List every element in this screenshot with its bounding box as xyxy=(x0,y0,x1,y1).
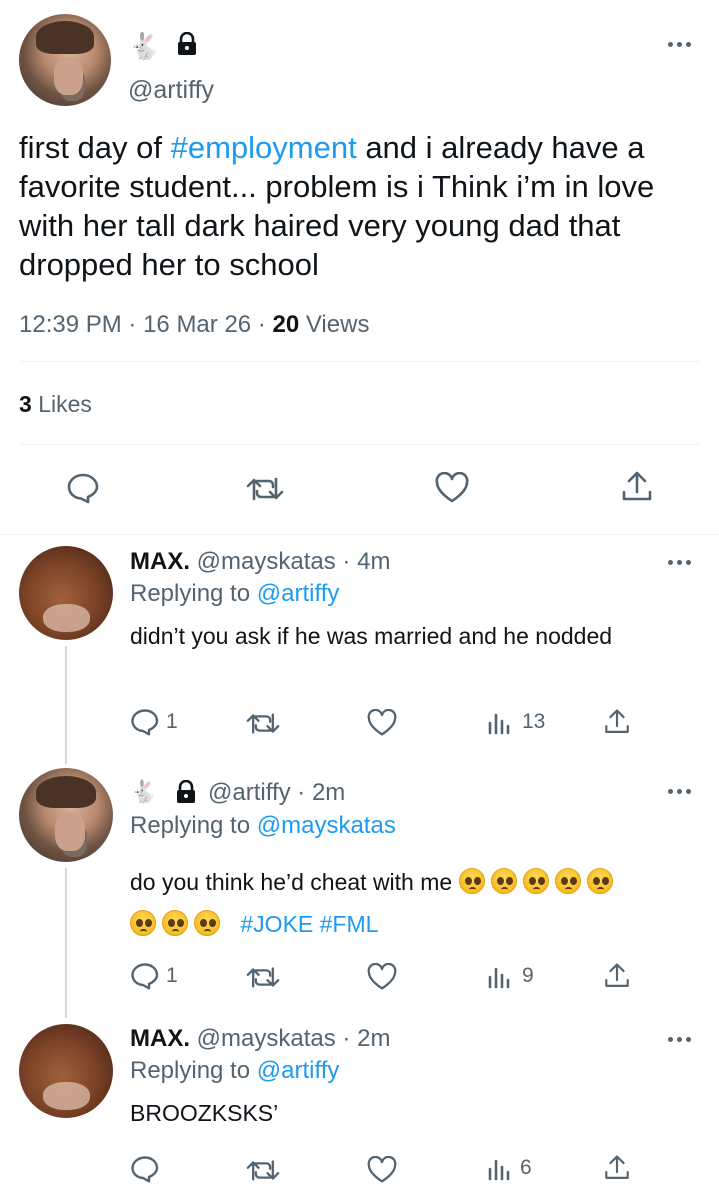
reply-icon[interactable] xyxy=(130,1155,160,1183)
like-icon[interactable] xyxy=(366,709,398,737)
views-label: Views xyxy=(305,311,370,338)
pleading-face-emoji xyxy=(194,910,220,936)
like-icon[interactable] xyxy=(366,963,398,991)
divider xyxy=(19,361,700,362)
share-icon[interactable] xyxy=(620,470,654,504)
divider xyxy=(19,444,700,445)
like-icon[interactable] xyxy=(366,1156,398,1184)
rabbit-emoji: 🐇 xyxy=(130,780,158,805)
tweet-date[interactable]: 16 Mar 26 xyxy=(143,311,251,338)
tweet-text: first day of #employment and i already h… xyxy=(19,130,655,282)
retweet-icon[interactable] xyxy=(246,965,280,990)
lock-icon xyxy=(176,32,198,56)
share-icon[interactable] xyxy=(603,1154,631,1182)
reply-header: MAX. @mayskatas · 2m xyxy=(130,1025,391,1052)
rabbit-emoji: 🐇 xyxy=(128,32,161,62)
reply-author-handle[interactable]: @mayskatas xyxy=(197,548,336,575)
more-icon[interactable] xyxy=(668,42,692,48)
views-count: 6 xyxy=(520,1156,532,1179)
lock-icon xyxy=(175,780,197,804)
reply-author-name[interactable]: MAX. xyxy=(130,548,190,575)
views-icon[interactable] xyxy=(487,711,513,735)
replying-to-handle[interactable]: @artiffy xyxy=(257,1057,340,1084)
hashtags[interactable]: #JOKE #FML xyxy=(240,911,378,937)
views-count: 13 xyxy=(522,710,546,733)
more-icon[interactable] xyxy=(668,789,692,795)
author-avatar[interactable] xyxy=(19,14,111,106)
more-icon[interactable] xyxy=(668,560,692,566)
more-icon[interactable] xyxy=(668,1037,692,1043)
retweet-icon[interactable] xyxy=(246,711,280,736)
views-count: 9 xyxy=(522,964,534,987)
views-count: 20 xyxy=(272,311,300,338)
reply-avatar[interactable] xyxy=(19,768,113,862)
retweet-icon[interactable] xyxy=(246,1158,280,1183)
reply-icon[interactable] xyxy=(130,962,160,990)
views-icon[interactable] xyxy=(487,965,513,989)
replying-to-handle[interactable]: @mayskatas xyxy=(257,812,396,839)
reply-text: didn’t you ask if he was married and he … xyxy=(130,623,613,649)
reply-time[interactable]: 4m xyxy=(357,548,390,575)
reply-header: @artiffy · 2m xyxy=(208,779,346,806)
reply-time[interactable]: 2m xyxy=(312,779,345,806)
hashtag-employment[interactable]: #employment xyxy=(171,130,357,165)
pleading-face-emoji xyxy=(522,868,549,894)
reply-avatar[interactable] xyxy=(19,1024,113,1118)
thread-line xyxy=(65,646,67,764)
reply-header: MAX. @mayskatas · 4m xyxy=(130,548,391,575)
tweet-time[interactable]: 12:39 PM xyxy=(19,311,122,338)
reply-author-handle[interactable]: @mayskatas xyxy=(197,1025,336,1052)
pleading-face-emoji xyxy=(586,868,613,894)
replying-to: Replying to @artiffy xyxy=(130,1057,340,1084)
share-icon[interactable] xyxy=(603,708,631,736)
reply-count: 1 xyxy=(166,710,178,733)
thread-line xyxy=(65,868,67,1018)
reply-avatar[interactable] xyxy=(19,546,113,640)
reply-author-handle[interactable]: @artiffy xyxy=(208,779,291,806)
replying-to-handle[interactable]: @artiffy xyxy=(257,580,340,607)
share-icon[interactable] xyxy=(603,962,631,990)
pleading-face-emoji xyxy=(458,868,485,894)
replying-to: Replying to @artiffy xyxy=(130,580,340,607)
reply-author-name[interactable]: MAX. xyxy=(130,1025,190,1052)
author-handle[interactable]: @artiffy xyxy=(128,76,214,105)
views-icon[interactable] xyxy=(487,1157,513,1181)
likes-stat[interactable]: 3 Likes xyxy=(19,391,92,418)
pleading-face-emoji xyxy=(490,868,517,894)
reply-text: BROOZKSKS’ xyxy=(130,1100,279,1126)
reply-icon[interactable] xyxy=(130,708,160,736)
pleading-face-emoji xyxy=(130,910,156,936)
reply-icon[interactable] xyxy=(66,472,100,504)
pleading-face-emoji xyxy=(554,868,581,894)
divider xyxy=(0,534,719,535)
replying-to: Replying to @mayskatas xyxy=(130,812,396,839)
pleading-face-emoji xyxy=(162,910,188,936)
retweet-icon[interactable] xyxy=(246,475,284,503)
reply-count: 1 xyxy=(166,964,178,987)
like-icon[interactable] xyxy=(434,472,470,504)
reply-text: do you think he’d cheat with me #JOKE #F… xyxy=(130,861,690,945)
tweet-meta: 12:39 PM · 16 Mar 26 · 20 Views xyxy=(19,311,370,338)
reply-time[interactable]: 2m xyxy=(357,1025,390,1052)
